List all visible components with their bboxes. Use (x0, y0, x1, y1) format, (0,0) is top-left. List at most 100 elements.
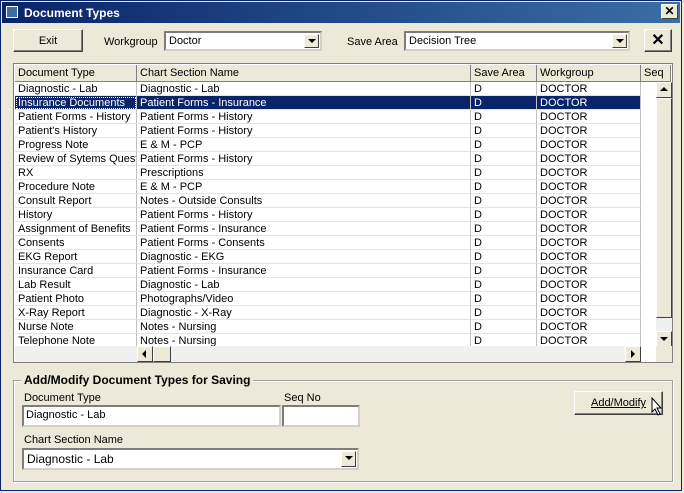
vertical-scroll-thumb[interactable] (656, 98, 672, 318)
workgroup-select[interactable]: Doctor (164, 31, 322, 51)
cell-save-area[interactable]: D (471, 152, 537, 166)
cell-chart-section[interactable]: Patient Forms - Insurance (137, 222, 471, 236)
cell-document-type[interactable]: Assignment of Benefits (15, 222, 137, 236)
table-row[interactable]: Patient PhotoPhotographs/VideoDDOCTOR10 (15, 292, 641, 306)
cell-chart-section[interactable]: Prescriptions (137, 166, 471, 180)
cell-document-type[interactable]: Patient Forms - History (15, 110, 137, 124)
cell-document-type[interactable]: RX (15, 166, 137, 180)
cell-chart-section[interactable]: Patient Forms - Insurance (137, 264, 471, 278)
cell-save-area[interactable]: D (471, 208, 537, 222)
cell-chart-section[interactable]: Notes - Outside Consults (137, 194, 471, 208)
cell-document-type[interactable]: Review of Sytems Quest (15, 152, 137, 166)
table-row[interactable]: Insurance Card Patient Forms - Insurance D… (15, 264, 641, 278)
column-header-document-type[interactable]: Document Type (15, 65, 137, 82)
scroll-left-icon[interactable] (137, 346, 153, 362)
cell-workgroup[interactable]: DOCTOR (537, 250, 641, 264)
cell-save-area[interactable]: D (471, 194, 537, 208)
cell-chart-section[interactable]: Diagnostic - Lab (137, 82, 471, 96)
close-form-button[interactable]: ✕ (644, 29, 672, 52)
cell-chart-section[interactable]: Patient Forms - History (137, 152, 471, 166)
cell-document-type[interactable]: Progress Note (15, 138, 137, 152)
table-row[interactable]: ConsentsPatient Forms - ConsentsDDOCTOR1… (15, 236, 641, 250)
save-area-select[interactable]: Decision Tree (404, 31, 630, 51)
table-row[interactable]: HistoryPatient Forms - HistoryDDOCTOR5 (15, 208, 641, 222)
table-row[interactable]: RXPrescriptionsDDOCTOR1 (15, 166, 641, 180)
cell-chart-section[interactable]: Diagnostic - Lab (137, 278, 471, 292)
cell-workgroup[interactable]: DOCTOR (537, 208, 641, 222)
cell-workgroup[interactable]: DOCTOR (537, 264, 641, 278)
cell-document-type[interactable]: X-Ray Report (15, 306, 137, 320)
document-type-input[interactable]: Diagnostic - Lab (22, 405, 281, 427)
cell-workgroup[interactable]: DOCTOR (537, 306, 641, 320)
add-modify-button[interactable]: Add/Modify (574, 391, 663, 415)
scroll-down-icon[interactable] (656, 331, 672, 347)
table-row[interactable]: Progress NoteE & M - PCPDDOCTOR1 (15, 138, 641, 152)
column-header-chart-section[interactable]: Chart Section Name (137, 65, 471, 82)
cell-document-type[interactable]: Consents (15, 236, 137, 250)
column-header-seq[interactable]: Seq (641, 65, 671, 82)
scroll-up-icon[interactable] (656, 82, 672, 98)
cell-save-area[interactable]: D (471, 292, 537, 306)
horizontal-scroll-thumb[interactable] (153, 346, 171, 362)
cell-save-area[interactable]: D (471, 166, 537, 180)
cell-chart-section[interactable]: E & M - PCP (137, 180, 471, 194)
table-row[interactable]: Lab ResultDiagnostic - LabDDOCTOR10 (15, 278, 641, 292)
cell-chart-section[interactable]: E & M - PCP (137, 138, 471, 152)
cell-document-type[interactable]: Procedure Note (15, 180, 137, 194)
cell-save-area[interactable]: D (471, 306, 537, 320)
cell-save-area[interactable]: D (471, 138, 537, 152)
cell-chart-section[interactable]: Patient Forms - Insurance (137, 96, 471, 110)
cell-save-area[interactable]: D (471, 250, 537, 264)
cell-workgroup[interactable]: DOCTOR (537, 138, 641, 152)
table-row[interactable]: Diagnostic - LabDiagnostic - LabDDOCTOR1 (15, 82, 641, 96)
cell-save-area[interactable]: D (471, 110, 537, 124)
cell-workgroup[interactable]: DOCTOR (537, 96, 641, 110)
cell-save-area[interactable]: D (471, 82, 537, 96)
chart-section-select[interactable]: Diagnostic - Lab (22, 448, 359, 470)
cell-workgroup[interactable]: DOCTOR (537, 278, 641, 292)
cell-workgroup[interactable]: DOCTOR (537, 236, 641, 250)
cell-chart-section[interactable]: Patient Forms - History (137, 208, 471, 222)
cell-document-type[interactable]: Diagnostic - Lab (15, 82, 137, 96)
cell-chart-section[interactable]: Patient Forms - History (137, 110, 471, 124)
cell-workgroup[interactable]: DOCTOR (537, 152, 641, 166)
cell-save-area[interactable]: D (471, 222, 537, 236)
cell-document-type[interactable]: History (15, 208, 137, 222)
table-row[interactable]: Consult Report Notes - Outside Consults D D… (15, 194, 641, 208)
cell-workgroup[interactable]: DOCTOR (537, 222, 641, 236)
table-row[interactable]: Procedure NoteE & M - PCPDDOCTOR2 (15, 180, 641, 194)
table-row[interactable]: EKG ReportDiagnostic - EKGDDOCTOR10 (15, 250, 641, 264)
cell-workgroup[interactable]: DOCTOR (537, 124, 641, 138)
horizontal-scrollbar[interactable] (15, 346, 641, 362)
cell-workgroup[interactable]: DOCTOR (537, 166, 641, 180)
cell-save-area[interactable]: D (471, 264, 537, 278)
cell-save-area[interactable]: D (471, 124, 537, 138)
document-types-grid[interactable]: Document Type Chart Section Name Save Ar… (13, 63, 673, 363)
cell-save-area[interactable]: D (471, 236, 537, 250)
cell-document-type[interactable]: Insurance Documents (15, 96, 137, 110)
scroll-right-icon[interactable] (625, 346, 641, 362)
cell-document-type[interactable]: Insurance Card (15, 264, 137, 278)
table-row[interactable]: Patient Forms - History Patient Forms - H… (15, 110, 641, 124)
cell-chart-section[interactable]: Notes - Nursing (137, 320, 471, 334)
table-row[interactable]: Insurance Documents Patient Forms - Insur… (15, 96, 641, 110)
cell-document-type[interactable]: Lab Result (15, 278, 137, 292)
cell-document-type[interactable]: Consult Report (15, 194, 137, 208)
cell-workgroup[interactable]: DOCTOR (537, 180, 641, 194)
cell-document-type[interactable]: Patient Photo (15, 292, 137, 306)
table-row[interactable]: Nurse NoteNotes - NursingDDOCTOR32 (15, 320, 641, 334)
table-row[interactable]: Patient's History Patient Forms - History… (15, 124, 641, 138)
cell-save-area[interactable]: D (471, 320, 537, 334)
cell-save-area[interactable]: D (471, 278, 537, 292)
dropdown-arrow-icon[interactable] (304, 34, 319, 48)
cell-chart-section[interactable]: Diagnostic - EKG (137, 250, 471, 264)
table-row[interactable]: Assignment of Benefits Patient Forms - In… (15, 222, 641, 236)
table-row[interactable]: Review of Sytems Quest Patient Forms - Hi… (15, 152, 641, 166)
dropdown-arrow-icon[interactable] (341, 451, 356, 467)
cell-save-area[interactable]: D (471, 180, 537, 194)
cell-chart-section[interactable]: Photographs/Video (137, 292, 471, 306)
cell-chart-section[interactable]: Diagnostic - X-Ray (137, 306, 471, 320)
dropdown-arrow-icon[interactable] (612, 34, 627, 48)
cell-document-type[interactable]: Patient's History (15, 124, 137, 138)
cell-workgroup[interactable]: DOCTOR (537, 194, 641, 208)
